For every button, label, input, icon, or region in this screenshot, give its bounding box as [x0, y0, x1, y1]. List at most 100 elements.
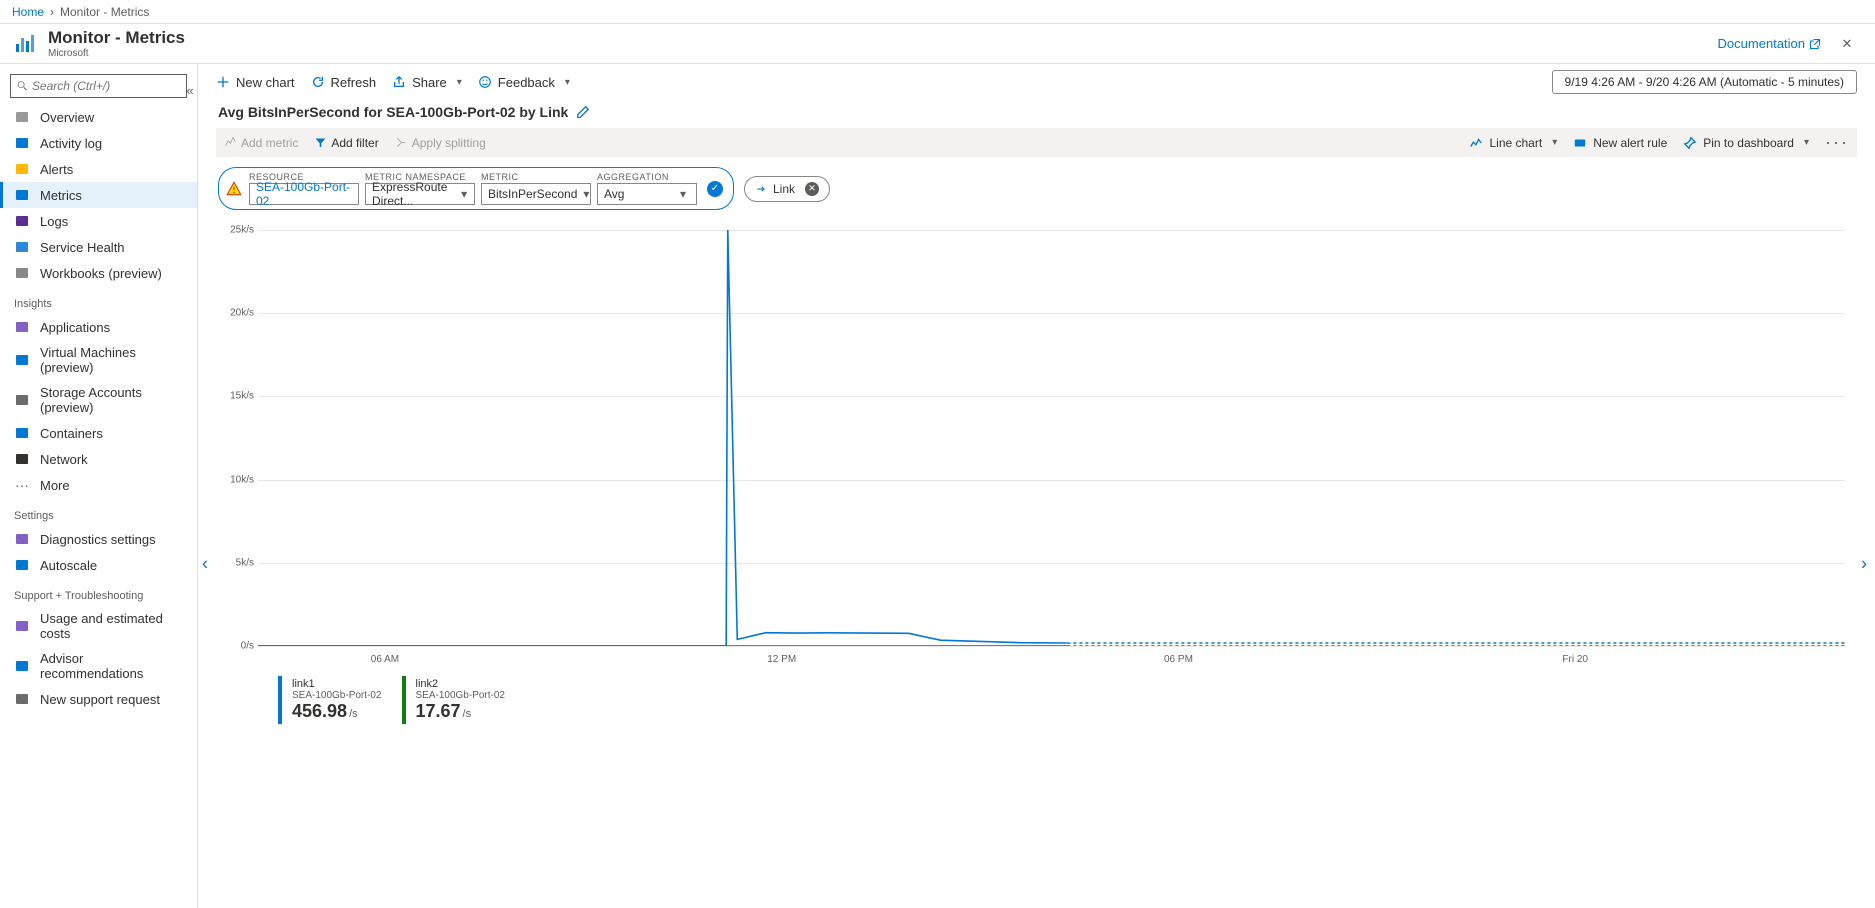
sidebar-item-alerts[interactable]: Alerts [0, 156, 197, 182]
sidebar-item-virtual-machines-preview-[interactable]: Virtual Machines (preview) [0, 340, 197, 380]
sidebar-item-autoscale[interactable]: Autoscale [0, 552, 197, 578]
split-icon [395, 136, 408, 149]
legend-name: link1 [292, 678, 382, 690]
feedback-button[interactable]: Feedback [478, 75, 570, 90]
chart-type-dropdown[interactable]: Line chart [1469, 136, 1557, 150]
sidebar-item-storage-accounts-preview-[interactable]: Storage Accounts (preview) [0, 380, 197, 420]
sidebar-item-usage-and-estimated-costs[interactable]: Usage and estimated costs [0, 606, 197, 646]
nav-icon [14, 618, 30, 634]
nav-label: Applications [40, 320, 110, 335]
nav-label: Service Health [40, 240, 125, 255]
y-tick: 5k/s [236, 557, 254, 568]
nav-icon [14, 531, 30, 547]
arrow-icon [755, 183, 767, 195]
link-filter-chip[interactable]: Link ✕ [744, 176, 830, 202]
apply-splitting-button[interactable]: Apply splitting [395, 136, 486, 150]
sidebar-item-metrics[interactable]: Metrics [0, 182, 197, 208]
top-toolbar: New chart Refresh Share Feedback 9/19 4:… [198, 64, 1875, 100]
more-button[interactable]: ··· [1825, 132, 1849, 153]
add-filter-button[interactable]: Add filter [314, 136, 378, 150]
search-box[interactable] [10, 74, 187, 98]
sidebar-item-activity-log[interactable]: Activity log [0, 130, 197, 156]
y-tick: 15k/s [230, 391, 254, 402]
x-tick: 12 PM [767, 654, 796, 665]
y-tick: 0/s [241, 641, 254, 652]
refresh-icon [311, 75, 325, 89]
sidebar-collapse-button[interactable]: « [182, 78, 198, 102]
sidebar-item-overview[interactable]: Overview [0, 104, 197, 130]
documentation-link[interactable]: Documentation [1718, 36, 1821, 51]
metric-picker-pill: RESOURCE SEA-100Gb-Port-02 METRIC NAMESP… [218, 167, 734, 210]
metrics-icon [14, 32, 38, 56]
nav-icon [14, 187, 30, 203]
nav-icon [14, 265, 30, 281]
nav-label: Containers [40, 426, 103, 441]
breadcrumb: Home › Monitor - Metrics [0, 0, 1875, 24]
x-tick: Fri 20 [1562, 654, 1588, 665]
timerange-picker[interactable]: 9/19 4:26 AM - 9/20 4:26 AM (Automatic -… [1552, 70, 1857, 94]
chart-series-link1 [726, 230, 1067, 646]
agg-label: AGGREGATION [597, 172, 697, 182]
breadcrumb-home-link[interactable]: Home [12, 5, 44, 19]
gridline [258, 646, 1845, 647]
y-tick: 10k/s [230, 474, 254, 485]
chart-canvas: 0/s5k/s10k/s15k/s20k/s25k/s 06 AM12 PM06… [258, 230, 1845, 670]
agg-dropdown[interactable]: Avg▾ [597, 183, 697, 205]
legend-value: 17.67/s [416, 701, 506, 722]
sidebar-item-containers[interactable]: Containers [0, 420, 197, 446]
edit-icon[interactable] [576, 105, 590, 119]
smiley-icon [478, 75, 492, 89]
nav-label: Network [40, 452, 88, 467]
sidebar-item-advisor-recommendations[interactable]: Advisor recommendations [0, 646, 197, 686]
legend-card-link1[interactable]: link1SEA-100Gb-Port-02456.98/s [278, 676, 392, 724]
chart-prev-button[interactable]: ‹ [202, 554, 208, 575]
sidebar-item-service-health[interactable]: Service Health [0, 234, 197, 260]
nav-label: Activity log [40, 136, 102, 151]
new-chart-button[interactable]: New chart [216, 75, 295, 90]
sidebar-item-network[interactable]: Network [0, 446, 197, 472]
search-icon [17, 80, 28, 92]
refresh-button[interactable]: Refresh [311, 75, 377, 90]
nav-icon [14, 392, 30, 408]
insights-group-title: Insights [0, 286, 197, 314]
metric-icon [224, 136, 237, 149]
sidebar-item-workbooks-preview-[interactable]: Workbooks (preview) [0, 260, 197, 286]
nav-label: Alerts [40, 162, 73, 177]
page-subtitle: Microsoft [48, 48, 185, 59]
remove-filter-icon[interactable]: ✕ [805, 182, 819, 196]
legend-name: link2 [416, 678, 506, 690]
sidebar-item-applications[interactable]: Applications [0, 314, 197, 340]
pin-icon [1683, 136, 1697, 150]
filter-icon [314, 136, 327, 149]
x-tick: 06 AM [371, 654, 399, 665]
nav-label: Metrics [40, 188, 82, 203]
nav-label: Diagnostics settings [40, 532, 156, 547]
sidebar-item-more[interactable]: ···More [0, 472, 197, 498]
close-icon[interactable]: ✕ [1833, 36, 1861, 52]
nav-label: Overview [40, 110, 94, 125]
pin-button[interactable]: Pin to dashboard [1683, 136, 1809, 150]
y-tick: 25k/s [230, 225, 254, 236]
settings-group-title: Settings [0, 498, 197, 526]
add-metric-button[interactable]: Add metric [224, 136, 298, 150]
sidebar-item-new-support-request[interactable]: New support request [0, 686, 197, 712]
chart-next-button[interactable]: › [1861, 554, 1867, 575]
resource-dropdown[interactable]: SEA-100Gb-Port-02 [249, 183, 359, 205]
share-button[interactable]: Share [392, 75, 462, 90]
sidebar-item-diagnostics-settings[interactable]: Diagnostics settings [0, 526, 197, 552]
picker-confirm-icon[interactable]: ✓ [707, 181, 723, 197]
metric-dropdown[interactable]: BitsInPerSecond▾ [481, 183, 591, 205]
legend-card-link2[interactable]: link2SEA-100Gb-Port-0217.67/s [402, 676, 516, 724]
nav-icon [14, 161, 30, 177]
namespace-dropdown[interactable]: ExpressRoute Direct...▾ [365, 183, 475, 205]
nav-icon [14, 691, 30, 707]
alert-icon [1573, 136, 1587, 150]
nav-icon [14, 557, 30, 573]
nav-label: More [40, 478, 70, 493]
new-alert-button[interactable]: New alert rule [1573, 136, 1667, 150]
search-input[interactable] [32, 79, 180, 93]
sidebar-item-logs[interactable]: Logs [0, 208, 197, 234]
y-tick: 20k/s [230, 308, 254, 319]
nav-label: Workbooks (preview) [40, 266, 162, 281]
share-icon [392, 75, 406, 89]
